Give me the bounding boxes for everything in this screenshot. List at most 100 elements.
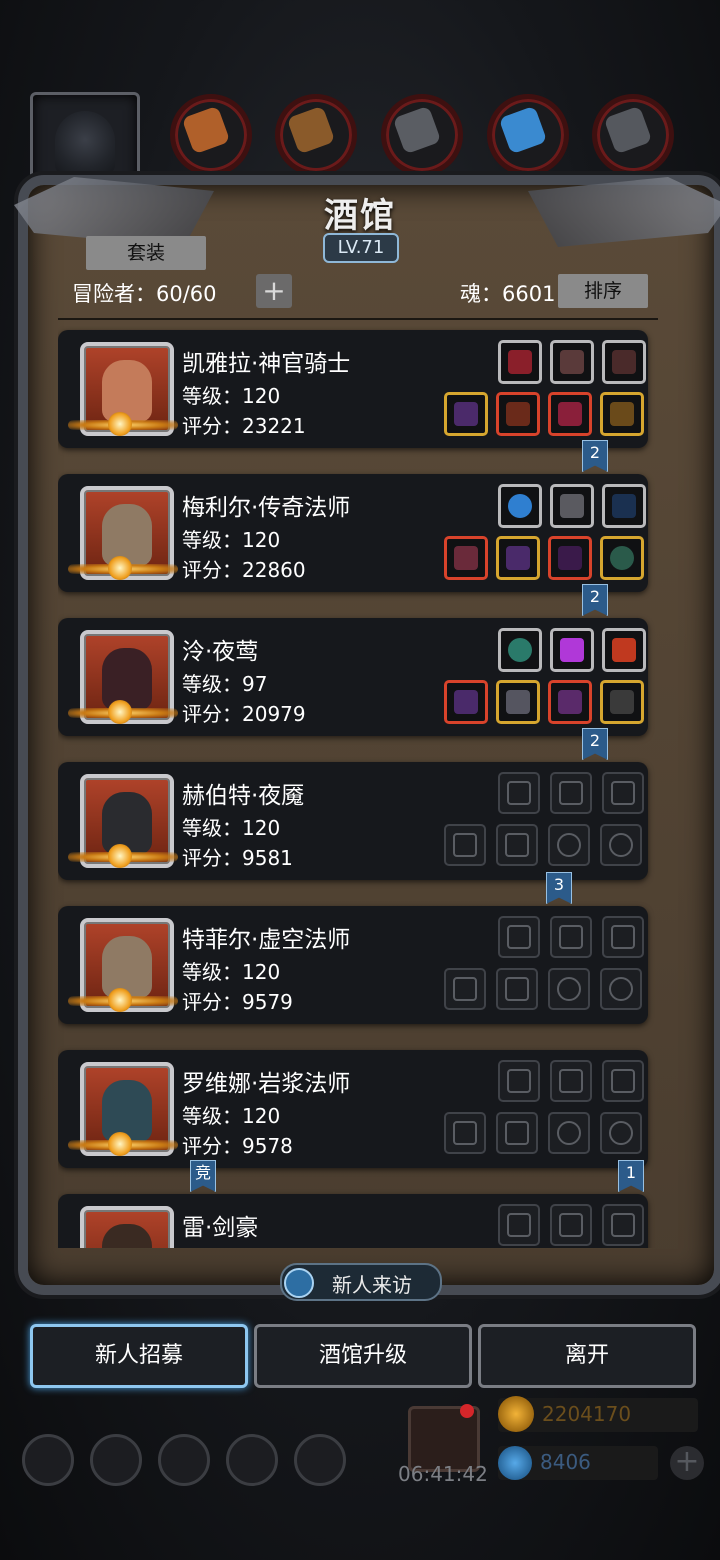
new-visitor-button[interactable]: 新人来访 [280,1263,442,1301]
wood-resource[interactable] [275,94,357,176]
equip-slot[interactable] [602,628,646,672]
equip-slot[interactable] [496,680,540,724]
empty-slot[interactable] [498,1060,540,1102]
empty-slot[interactable] [548,968,590,1010]
hero-score: 评分：23221 [182,414,306,438]
equip-slot[interactable] [444,680,488,724]
hero-card[interactable]: 凯雅拉·神官骑士 等级：120 评分：23221 [58,330,648,448]
bow-icon [612,494,636,518]
staff-placeholder-icon [453,1121,477,1145]
staff-placeholder-icon [453,977,477,1001]
ring-placeholder-icon [609,1121,633,1145]
equip-slot[interactable] [600,392,644,436]
hero-portrait [80,1206,174,1248]
equip-slot[interactable] [498,484,542,528]
equip-slot[interactable] [602,484,646,528]
iron-resource[interactable] [381,94,463,176]
set-button[interactable]: 套装 [86,236,206,270]
hourglass-placeholder-icon [559,925,583,949]
hero-score: 评分：9581 [182,846,293,870]
rank-tag: 2 [582,728,608,760]
empty-slot[interactable] [496,1112,538,1154]
sort-button[interactable]: 排序 [558,274,648,308]
guild-icon[interactable] [158,1434,210,1486]
battle-icon[interactable] [294,1434,346,1486]
achievement-icon[interactable] [90,1434,142,1486]
hero-card[interactable]: 泠·夜莺 等级：97 评分：20979 [58,618,648,736]
equip-slot[interactable] [550,628,594,672]
feather-icon [560,350,584,374]
hero-card[interactable]: 罗维娜·岩浆法师 等级：120 评分：9578 [58,1050,648,1168]
crest-icon [612,638,636,662]
equip-slot[interactable] [496,536,540,580]
equip-slot[interactable] [548,392,592,436]
ring-icon [610,546,634,570]
stone-resource[interactable] [592,94,674,176]
hero-name: 凯雅拉·神官骑士 [182,351,351,377]
equip-slot[interactable] [550,340,594,384]
empty-slot[interactable] [602,1060,644,1102]
empty-slot[interactable] [550,1060,592,1102]
settings-icon[interactable] [22,1434,74,1486]
equip-slot[interactable] [444,536,488,580]
equip-slot[interactable] [496,392,540,436]
mail-icon[interactable] [226,1434,278,1486]
visitor-icon [284,1268,314,1298]
soul-value: 6601 [502,282,556,306]
armor-icon [506,402,530,426]
equip-slot[interactable] [548,680,592,724]
divider [58,318,658,320]
empty-slot[interactable] [600,968,642,1010]
dagger-icon [560,494,584,518]
add-adventurer-button[interactable]: + [256,274,292,308]
empty-slot[interactable] [550,916,592,958]
add-currency-button[interactable]: + [670,1446,704,1480]
empty-slot[interactable] [498,916,540,958]
empty-slot[interactable] [602,1204,644,1246]
tavern-upgrade-button[interactable]: 酒馆升级 [254,1324,472,1388]
face-icon [102,360,152,422]
equip-slot[interactable] [600,536,644,580]
resource-bar: 3275237 213700 144775 [0,80,720,194]
hero-list[interactable]: 凯雅拉·神官骑士 等级：120 评分：23221 2 梅利尔·传奇法师 等级：1… [58,326,658,1248]
empty-slot[interactable] [548,824,590,866]
equip-slot[interactable] [498,340,542,384]
hero-card[interactable]: 特菲尔·虚空法师 等级：120 评分：9579 [58,906,648,1024]
empty-slot[interactable] [602,916,644,958]
empty-slot[interactable] [444,824,486,866]
equip-slot[interactable] [602,340,646,384]
empty-slot[interactable] [550,772,592,814]
face-icon [102,648,152,710]
meat-resource[interactable] [170,94,252,176]
hero-card[interactable]: 雷·剑豪 [58,1194,648,1248]
equip-slot[interactable] [548,536,592,580]
hero-card[interactable]: 赫伯特·夜魇 等级：120 评分：9581 [58,762,648,880]
empty-slot[interactable] [444,1112,486,1154]
equip-slot[interactable] [498,628,542,672]
tavern-level-badge: LV.71 [323,233,399,263]
empty-slot[interactable] [498,772,540,814]
armor-icon [506,690,530,714]
pendant-icon [610,690,634,714]
empty-slot[interactable] [600,824,642,866]
equip-slot[interactable] [550,484,594,528]
feather-icon [612,350,636,374]
notification-dot [460,1404,474,1418]
hero-card[interactable]: 梅利尔·传奇法师 等级：120 评分：22860 [58,474,648,592]
hero-score: 评分：20979 [182,702,306,726]
leave-button[interactable]: 离开 [478,1324,696,1388]
hourglass-placeholder-icon [611,1069,635,1093]
recruit-button[interactable]: 新人招募 [30,1324,248,1388]
empty-slot[interactable] [496,968,538,1010]
empty-slot[interactable] [498,1204,540,1246]
empty-slot[interactable] [496,824,538,866]
empty-slot[interactable] [602,772,644,814]
empty-slot[interactable] [550,1204,592,1246]
empty-slot[interactable] [444,968,486,1010]
crystal-resource[interactable] [487,94,569,176]
equip-slot[interactable] [444,392,488,436]
armor-icon [506,546,530,570]
equip-slot[interactable] [600,680,644,724]
empty-slot[interactable] [600,1112,642,1154]
empty-slot[interactable] [548,1112,590,1154]
